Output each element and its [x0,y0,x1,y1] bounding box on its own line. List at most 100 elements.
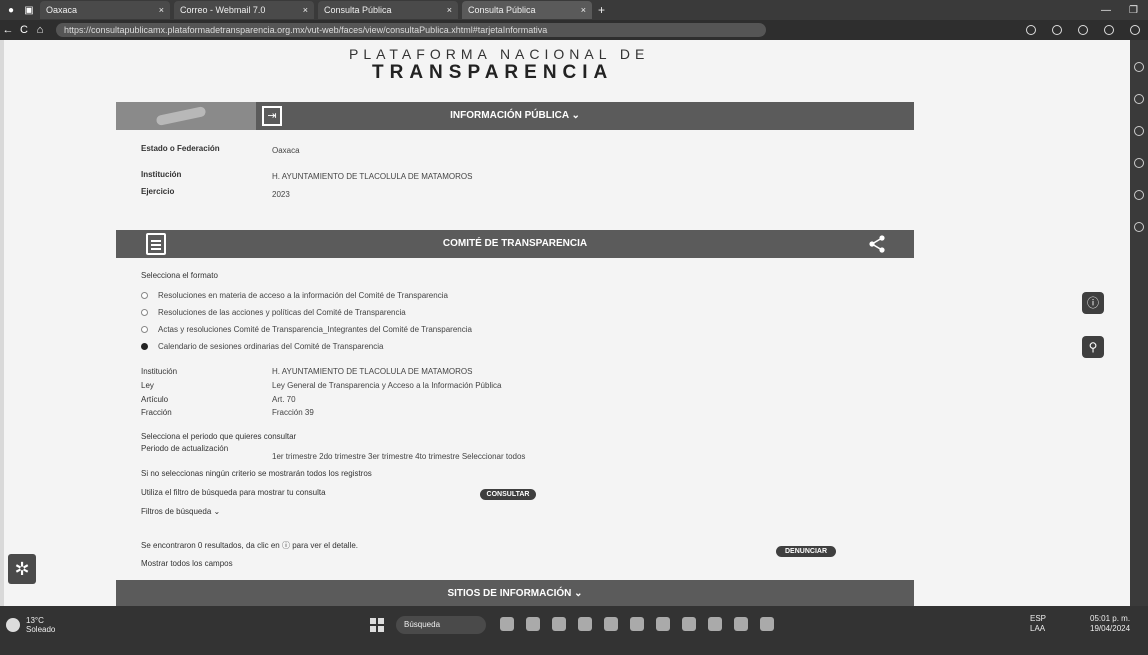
reload-icon[interactable]: C [16,24,32,36]
chrome-icon[interactable] [682,617,696,631]
estado-select[interactable]: Oaxaca [272,146,300,155]
window-controls: — ❐ [1101,5,1148,16]
radio-button-selected[interactable] [141,343,148,350]
radio-button[interactable] [141,309,148,316]
task-view-icon[interactable] [526,617,540,631]
mail-icon[interactable] [604,617,618,631]
translate-icon[interactable] [1052,25,1062,35]
tab-label: Correo - Webmail 7.0 [180,5,266,15]
periodo-label: Periodo de actualización [141,444,229,453]
info-publica-band: ⇥ INFORMACIÓN PÚBLICA ⌄ [116,102,914,130]
word-icon[interactable] [630,617,644,631]
periodo-options[interactable]: 1er trimestre 2do trimestre 3er trimestr… [272,452,525,461]
folder-icon[interactable] [578,617,592,631]
articulo-value: Art. 70 [272,395,296,404]
minimize-icon[interactable]: — [1101,5,1111,16]
formato-heading: Selecciona el formato [141,271,218,280]
url-field[interactable]: https://consultapublicamx.plataformadetr… [56,23,766,37]
tab-label: Oaxaca [46,5,78,15]
home-icon[interactable]: ⌂ [32,24,48,36]
clock-time: 05:01 p. m. [1090,614,1131,623]
taskbar: 13°C Soleado Búsqueda ESP LAA 05:01 p. m… [0,606,1148,655]
share-icon[interactable] [868,235,886,253]
sidebar-outlook-icon[interactable] [1134,190,1144,200]
search-note: Si no seleccionas ningún criterio se mos… [141,469,372,478]
format-option-1[interactable]: Resoluciones en materia de acceso a la i… [141,291,448,300]
ley-value: Ley General de Transparencia y Acceso a … [272,381,502,390]
sidebar-office-icon[interactable] [1134,158,1144,168]
tray-lang: ESP [1030,614,1047,623]
tab-4-active[interactable]: Consulta Pública × [462,1,592,19]
taskbar-apps [500,617,774,631]
format-option-3[interactable]: Actas y resoluciones Comité de Transpare… [141,325,472,334]
profile-icon[interactable]: ● [4,3,18,17]
tab-2[interactable]: Correo - Webmail 7.0 × [174,1,314,19]
new-tab-icon[interactable]: + [598,3,605,17]
tab-3[interactable]: Consulta Pública × [318,1,458,19]
results-note: Se encontraron 0 resultados, da clic en … [141,541,359,550]
radio-button[interactable] [141,292,148,299]
close-icon[interactable]: × [581,5,586,15]
weather-widget[interactable]: 13°C Soleado [6,616,55,634]
consultar-button[interactable]: CONSULTAR [480,489,536,500]
fraccion-label: Fracción [141,408,172,417]
tray-region: LAA [1030,624,1046,633]
detalle-institucion-label: Institución [141,367,178,376]
consult-prompt: Utiliza el filtro de búsqueda para mostr… [141,488,326,497]
radio-button[interactable] [141,326,148,333]
sidebar-games-icon[interactable] [1134,126,1144,136]
denunciar-button[interactable]: DENUNCIAR [776,546,836,557]
brand-line-1: PLATAFORMA NACIONAL DE [349,46,650,62]
filtros-toggle[interactable]: Filtros de búsqueda ⌄ [141,507,220,516]
format-option-2[interactable]: Resoluciones de las acciones y políticas… [141,308,406,317]
comite-band: COMITÉ DE TRANSPARENCIA [116,230,914,258]
maximize-icon[interactable]: ❐ [1129,5,1138,16]
fraccion-value: Fracción 39 [272,408,314,417]
close-icon[interactable]: × [447,5,452,15]
weather-desc: Soleado [26,625,56,634]
explorer-icon[interactable] [552,617,566,631]
format-option-label: Resoluciones en materia de acceso a la i… [158,291,448,300]
format-option-label: Calendario de sesiones ordinarias del Co… [158,342,384,351]
comite-title: COMITÉ DE TRANSPARENCIA [442,238,588,249]
format-option-4[interactable]: Calendario de sesiones ordinarias del Co… [141,342,383,351]
widgets-icon[interactable] [500,617,514,631]
institucion-label: Institución [141,170,182,179]
close-icon[interactable]: × [303,5,308,15]
tab-actions-icon[interactable]: ▣ [22,3,36,17]
accessibility-icon[interactable]: ✲ [8,554,36,584]
read-aloud-icon[interactable] [1026,25,1036,35]
info-publica-menu[interactable]: INFORMACIÓN PÚBLICA ⌄ [116,102,914,130]
ley-label: Ley [141,381,154,390]
settings-icon[interactable] [1130,25,1140,35]
close-icon[interactable]: × [159,5,164,15]
sidebar-tools-icon[interactable] [1134,94,1144,104]
back-icon[interactable]: ← [0,24,16,36]
institucion-select[interactable]: H. AYUNTAMIENTO DE TLACOLULA DE MATAMORO… [272,172,472,181]
sidebar-search-icon[interactable] [1134,62,1144,72]
weather-temp: 13°C [26,616,44,625]
ejercicio-select[interactable]: 2023 [272,190,290,199]
system-tray[interactable]: ESP LAA [1030,614,1046,634]
app-icon[interactable] [760,617,774,631]
start-icon[interactable] [370,618,384,632]
store-icon[interactable] [708,617,722,631]
sitios-band: SITIOS DE INFORMACIÓN ⌄ [116,580,914,606]
favorite-icon[interactable] [1078,25,1088,35]
articulo-label: Artículo [141,395,169,404]
ejercicio-label: Ejercicio [141,187,175,196]
extensions-icon[interactable] [1104,25,1114,35]
tab-label: Consulta Pública [324,5,392,15]
sidebar-add-icon[interactable] [1134,222,1144,232]
settings-app-icon[interactable] [734,617,748,631]
web-page: PLATAFORMA NACIONAL DE TRANSPARENCIA ⇥ I… [4,40,1130,606]
sitios-menu[interactable]: SITIOS DE INFORMACIÓN ⌄ [116,580,914,606]
tab-1[interactable]: Oaxaca × [40,1,170,19]
brand-line-2: TRANSPARENCIA [372,62,614,83]
clock[interactable]: 05:01 p. m. 19/04/2024 [1090,614,1130,634]
estado-label: Estado o Federación [141,144,220,153]
edge-icon[interactable] [656,617,670,631]
taskbar-search[interactable]: Búsqueda [396,616,486,634]
info-icon[interactable]: ⓘ [1082,292,1104,314]
search-zoom-icon[interactable]: ⚲ [1082,336,1104,358]
